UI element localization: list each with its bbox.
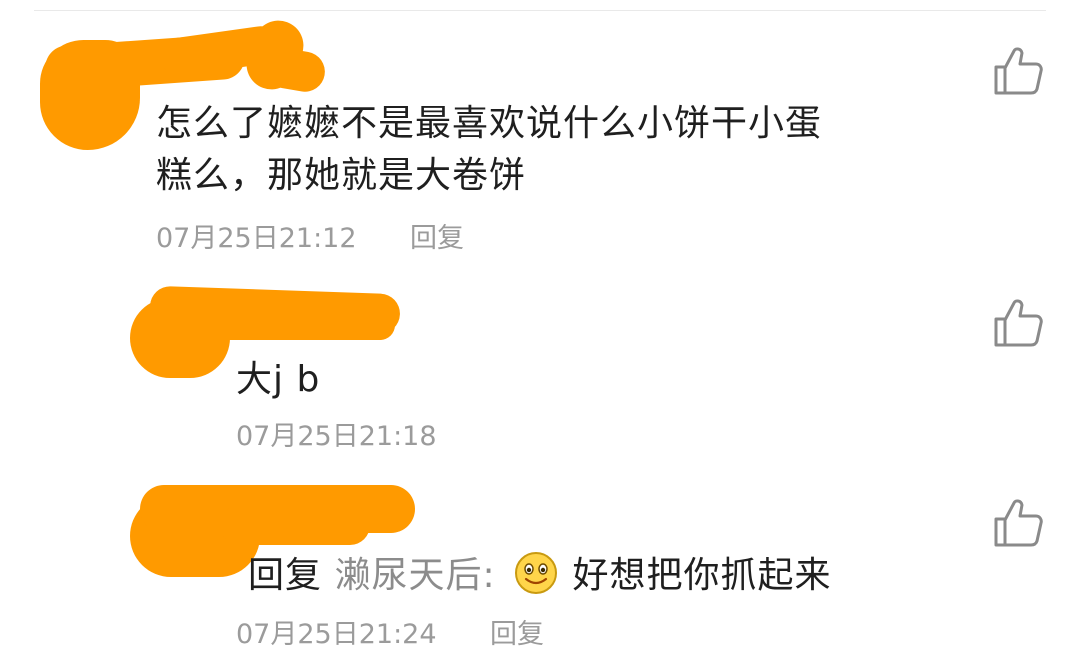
comment-3-text-line: 回复 濑尿天后: 好想把你抓起来	[248, 550, 832, 602]
comment-1-like-button[interactable]	[992, 45, 1044, 97]
comment-3-reply-button[interactable]: 回复	[490, 618, 544, 652]
comment-1-timestamp: 07月25日21:12	[156, 223, 357, 254]
thumbs-up-icon	[994, 47, 1043, 95]
comment-1-text-line1: 怎么了嬷嬷不是最喜欢说什么小饼干小蛋	[156, 103, 823, 144]
comment-2-like-button[interactable]	[992, 297, 1044, 349]
comment-3-timestamp: 07月25日21:24	[236, 619, 437, 650]
reply-target-username[interactable]: 濑尿天后:	[334, 555, 495, 596]
smile-emoji-icon	[515, 552, 558, 594]
thumbs-up-icon	[994, 499, 1043, 547]
reply-prefix-label: 回复	[248, 555, 323, 596]
top-divider	[34, 10, 1046, 11]
comment-1-reply-button[interactable]: 回复	[410, 222, 464, 256]
thumbs-up-icon	[994, 299, 1043, 347]
comment-3-text: 好想把你抓起来	[572, 555, 832, 596]
comment-2-text: 大j b	[236, 359, 321, 400]
comment-2-timestamp: 07月25日21:18	[236, 421, 437, 452]
comment-3-like-button[interactable]	[992, 497, 1044, 549]
comment-1-text-line2: 糕么，那她就是大卷饼	[156, 155, 527, 196]
